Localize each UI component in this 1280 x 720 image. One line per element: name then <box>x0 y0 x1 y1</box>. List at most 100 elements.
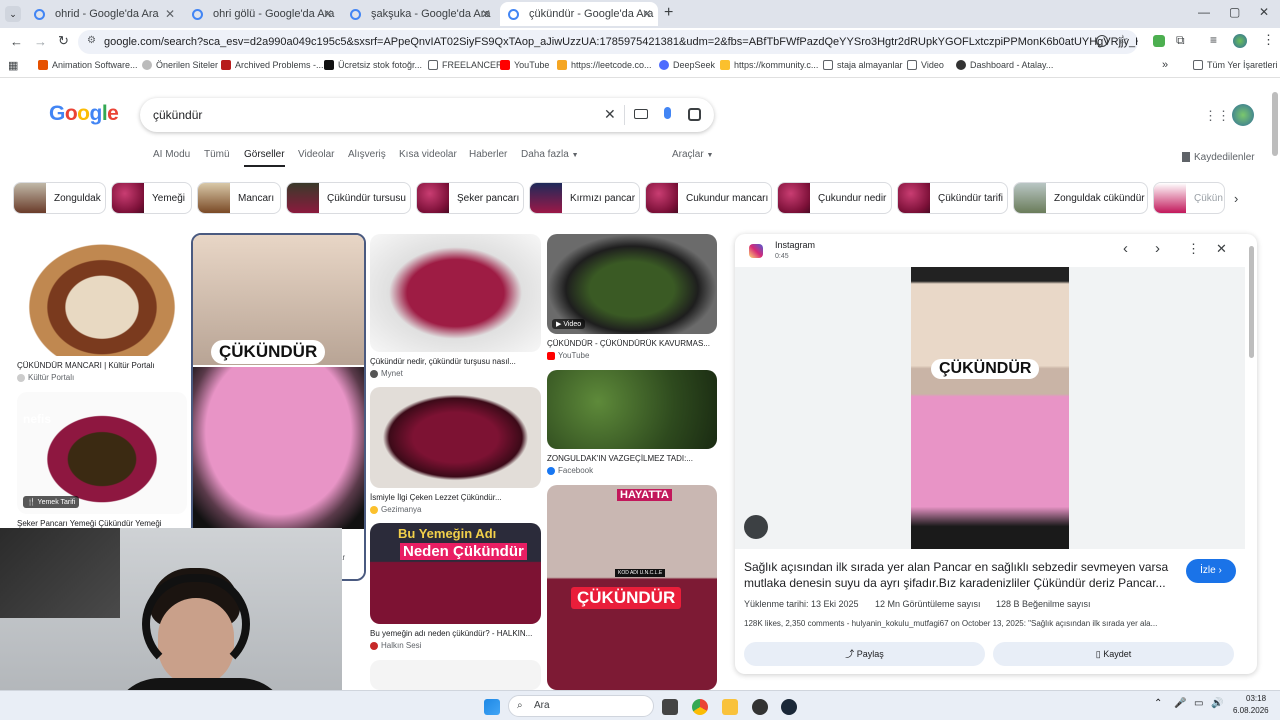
panel-source[interactable]: Instagram <box>775 240 815 250</box>
chip-kirmizi-pancar[interactable]: Kırmızı pancar <box>529 182 640 214</box>
close-window-button[interactable]: ✕ <box>1259 5 1269 19</box>
result-image[interactable]: ▶ Video <box>547 234 717 334</box>
result-caption[interactable]: ZONGULDAK'IN VAZGEÇİLMEZ TADI:... <box>547 454 717 463</box>
bookmark[interactable]: Ücretsiz stok fotoğr... <box>324 60 422 70</box>
saved-link[interactable]: Kaydedilenler <box>1182 152 1255 163</box>
star-icon[interactable]: ☆ <box>1117 32 1129 48</box>
bookmark[interactable]: YouTube <box>500 60 549 70</box>
result-caption[interactable]: Şeker Pancarı Yemeği Çükündür Yemeği <box>17 519 187 528</box>
bookmark[interactable]: Dashboard - Atalay... <box>956 60 1053 70</box>
google-logo[interactable]: Google <box>49 102 119 126</box>
result-source[interactable]: Facebook <box>547 466 593 475</box>
scrollbar[interactable] <box>1249 246 1254 358</box>
lens-icon[interactable] <box>744 515 768 539</box>
tab-ohrid[interactable]: ohrid - Google'da Ara ✕ <box>26 2 181 26</box>
file-explorer-icon[interactable] <box>722 699 738 715</box>
result-image[interactable]: HAYATTA KOD ADI U.N.C.L.E ÇÜKÜNDÜR <box>547 485 717 690</box>
reload-icon[interactable]: ↻ <box>58 33 69 49</box>
tab-more[interactable]: Daha fazla ▼ <box>521 149 579 160</box>
url-field[interactable]: ⚙ google.com/search?sca_esv=d2a990a049c1… <box>78 30 1138 54</box>
bookmark[interactable]: FREELANCER <box>428 60 503 70</box>
back-icon[interactable]: ← <box>10 34 23 49</box>
minimize-button[interactable]: — <box>1198 5 1210 19</box>
close-icon[interactable]: ✕ <box>165 7 175 21</box>
close-icon[interactable]: ✕ <box>1216 241 1227 257</box>
tab-short-videos[interactable]: Kısa videolar <box>399 149 457 160</box>
bookmark[interactable]: Animation Software... <box>38 60 138 70</box>
forward-icon[interactable]: → <box>34 34 47 49</box>
save-button[interactable]: ▯ Kaydet <box>993 642 1234 666</box>
chip-mancari[interactable]: Mancarı <box>197 182 281 214</box>
search-box[interactable]: çükündür ✕ <box>140 98 714 132</box>
chip-seker-pancari[interactable]: Şeker pancarı <box>416 182 524 214</box>
tab-shopping[interactable]: Alışveriş <box>348 149 386 160</box>
tab-images[interactable]: Görseller <box>244 149 285 167</box>
result-caption[interactable]: ÇÜKÜNDÜR - ÇÜKÜNDÜRÜK KAVURMAS... <box>547 339 717 348</box>
result-source[interactable]: Gezimanya <box>370 505 421 514</box>
chevron-right-icon[interactable]: › <box>1155 240 1160 257</box>
result-image[interactable] <box>370 387 541 488</box>
mic-icon[interactable] <box>664 107 671 119</box>
tab-all[interactable]: Tümü <box>204 149 230 160</box>
watch-button[interactable]: İzle › <box>1186 559 1236 583</box>
network-icon[interactable]: ▭ <box>1194 698 1203 709</box>
tab-saksuka[interactable]: şakşuka - Google'da Ara ✕ <box>342 2 497 26</box>
tab-ai-mode[interactable]: AI Modu <box>153 149 190 160</box>
apps-icon[interactable]: ▦ <box>8 59 18 72</box>
bookmark[interactable]: https://kommunity.c... <box>720 60 818 70</box>
clock-date[interactable]: 6.08.2026 <box>1233 706 1269 715</box>
account-avatar[interactable] <box>1232 104 1254 126</box>
close-icon[interactable]: ✕ <box>323 7 333 21</box>
panel-media[interactable]: ÇÜKÜNDÜR <box>735 267 1245 549</box>
result-caption[interactable]: ÇÜKÜNDÜR MANCARI | Kültür Portalı <box>17 361 187 370</box>
close-icon[interactable]: ✕ <box>481 7 491 21</box>
result-source[interactable]: Kültür Portalı <box>17 373 74 382</box>
tools-button[interactable]: Araçlar ▼ <box>672 149 713 160</box>
profile-avatar[interactable] <box>1233 34 1247 48</box>
bookmark[interactable]: Önerilen Siteler <box>142 60 218 70</box>
page-scrollbar[interactable] <box>1272 92 1278 156</box>
all-bookmarks[interactable]: Tüm Yer İşaretleri <box>1193 60 1278 70</box>
result-image[interactable]: nefis 🍴 Yemek Tarifi <box>17 392 187 514</box>
taskbar-search[interactable]: ⌕ Ara <box>508 695 654 717</box>
search-input[interactable]: çükündür <box>153 108 202 122</box>
result-caption[interactable]: Bu yemeğin adı neden çükündür? - HALKIN.… <box>370 629 541 638</box>
tab-cukundur[interactable]: çükündür - Google'da Ara ✕ <box>500 2 658 26</box>
task-view-icon[interactable] <box>662 699 678 715</box>
tab-videos[interactable]: Videolar <box>298 149 335 160</box>
chevron-left-icon[interactable]: ‹ <box>1123 240 1128 257</box>
puzzle-icon[interactable]: ⧉ <box>1176 33 1185 48</box>
windows-start-icon[interactable] <box>484 699 500 715</box>
bookmark[interactable]: Video <box>907 60 944 70</box>
close-icon[interactable]: ✕ <box>642 7 652 21</box>
tab-ohri-golu[interactable]: ohri gölü - Google'da Ara ✕ <box>184 2 339 26</box>
chevron-right-icon[interactable]: › <box>1234 191 1238 206</box>
restore-button[interactable]: ▢ <box>1229 5 1240 19</box>
media-icon[interactable]: ≡ <box>1210 33 1217 47</box>
chip-yemegi[interactable]: Yemeği <box>111 182 192 214</box>
result-image[interactable] <box>370 234 541 352</box>
chip-cukundur-tarifi[interactable]: Çükündür tarifi <box>897 182 1008 214</box>
bookmark[interactable]: https://leetcode.co... <box>557 60 652 70</box>
result-image[interactable] <box>370 660 541 690</box>
clock-time[interactable]: 03:18 <box>1246 694 1266 703</box>
result-source[interactable]: YouTube <box>547 351 589 360</box>
chip-cukundur-tursusu[interactable]: Çükündür tursusu <box>286 182 411 214</box>
chip-zonguldak[interactable]: Zonguldak <box>13 182 106 214</box>
tab-list-button[interactable]: ⌄ <box>5 6 21 22</box>
app-icon[interactable] <box>752 699 768 715</box>
result-source[interactable]: Halkın Sesi <box>370 641 421 650</box>
tab-news[interactable]: Haberler <box>469 149 507 160</box>
result-source[interactable]: Mynet <box>370 369 403 378</box>
bookmark[interactable]: staja almayanlar <box>823 60 903 70</box>
chip-cukundur-mancari[interactable]: Cukundur mancarı <box>645 182 772 214</box>
tray-chevron-icon[interactable]: ⌃ <box>1154 698 1162 709</box>
more-bookmarks-icon[interactable]: » <box>1162 59 1168 71</box>
result-image[interactable] <box>17 234 187 356</box>
more-options-icon[interactable]: ⋮ <box>1187 241 1200 257</box>
apps-grid-icon[interactable]: ⋮⋮ <box>1204 108 1230 124</box>
result-caption[interactable]: Çükündür nedir, çükündür turşusu nasıl..… <box>370 357 541 366</box>
extension-icon[interactable] <box>1153 35 1165 47</box>
bookmark[interactable]: Archived Problems -... <box>221 60 324 70</box>
keyboard-icon[interactable] <box>634 109 648 119</box>
